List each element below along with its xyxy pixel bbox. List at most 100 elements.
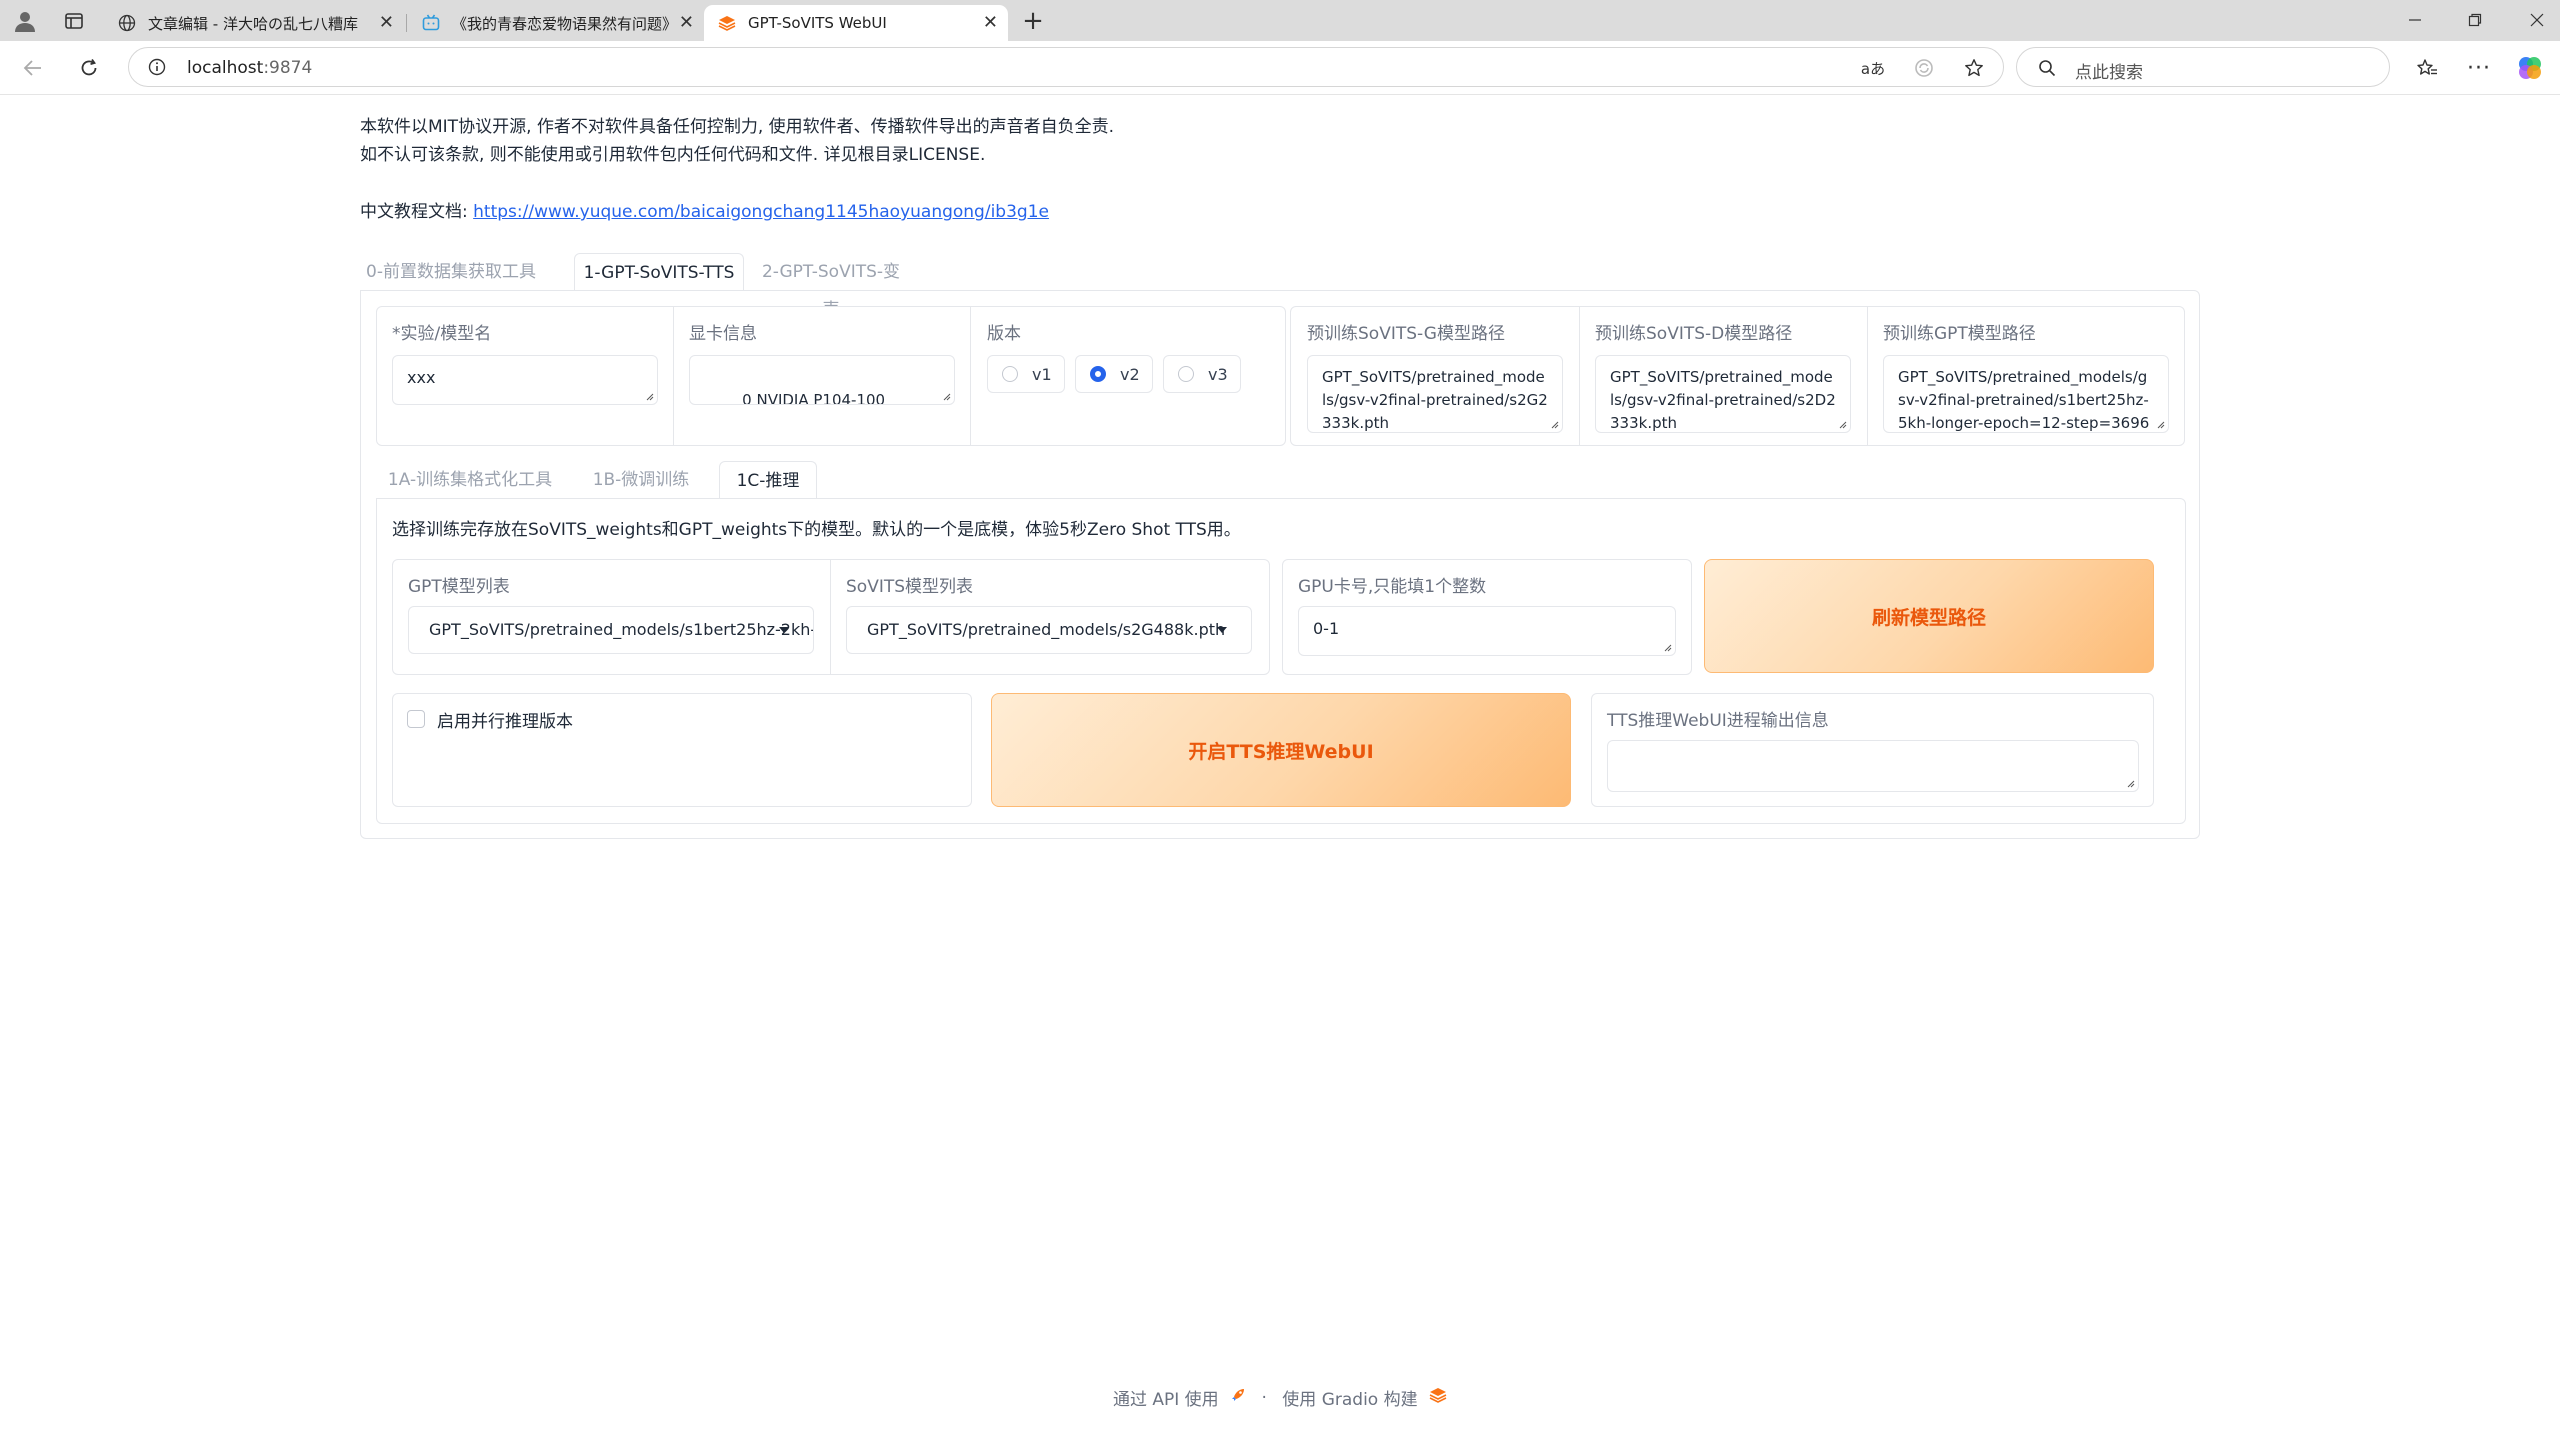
sync-icon[interactable] xyxy=(1913,57,1935,79)
tab-voice-change[interactable]: 2-GPT-SoVITS-变声 xyxy=(756,253,906,320)
refresh-models-button[interactable]: 刷新模型路径 xyxy=(1704,559,2154,673)
minimize-icon[interactable] xyxy=(2400,8,2430,32)
api-link[interactable]: 通过 API 使用 xyxy=(1113,1390,1219,1410)
browser-toolbar: localhost:9874 aあ 点此搜索 ··· xyxy=(0,41,2560,95)
sovits-d-value: GPT_SoVITS/pretrained_models/gsv-v2final… xyxy=(1610,368,1836,432)
radio-circle-icon xyxy=(1090,366,1106,382)
gpu-info-value: 0 NVIDIA P104-100 1 NVIDIA P106-100 xyxy=(742,391,886,405)
new-tab-icon[interactable]: + xyxy=(1020,6,1046,36)
tts-output-label: TTS推理WebUI进程输出信息 xyxy=(1607,711,1829,731)
more-menu-icon[interactable]: ··· xyxy=(2466,55,2492,81)
subtab-inference[interactable]: 1C-推理 xyxy=(719,461,817,499)
sovits-model-value: GPT_SoVITS/pretrained_models/s2G488k.pth xyxy=(867,620,1226,639)
gpu-id-value: 0-1 xyxy=(1313,619,1340,638)
url-text[interactable]: localhost:9874 xyxy=(187,58,312,78)
gpu-id-group: GPU卡号,只能填1个整数 0-1 xyxy=(1282,559,1692,675)
gpu-info-label: 显卡信息 xyxy=(689,324,757,344)
version-radio-v2[interactable]: v2 xyxy=(1075,355,1153,393)
license-notice: 本软件以MIT协议开源, 作者不对软件具备任何控制力, 使用软件者、传播软件导出… xyxy=(360,113,1114,169)
sovits-model-dropdown[interactable]: GPT_SoVITS/pretrained_models/s2G488k.pth xyxy=(846,606,1252,654)
tab-dataset-tools[interactable]: 0-前置数据集获取工具 xyxy=(360,253,542,291)
sovits-g-textarea[interactable]: GPT_SoVITS/pretrained_models/gsv-v2final… xyxy=(1307,355,1563,433)
resize-grip-icon[interactable] xyxy=(941,391,951,401)
site-info-icon[interactable] xyxy=(147,57,167,77)
doc-link-line: 中文教程文档: https://www.yuque.com/baicaigong… xyxy=(360,197,1049,222)
sovits-list-label: SoVITS模型列表 xyxy=(846,577,974,597)
close-icon[interactable]: ✕ xyxy=(679,13,694,33)
back-icon[interactable] xyxy=(20,55,46,81)
tts-output-group: TTS推理WebUI进程输出信息 xyxy=(1591,693,2154,807)
gpt-path-textarea[interactable]: GPT_SoVITS/pretrained_models/gsv-v2final… xyxy=(1883,355,2169,433)
gradio-link[interactable]: 使用 Gradio 构建 xyxy=(1282,1390,1417,1410)
globe-icon xyxy=(118,14,136,32)
restore-icon[interactable] xyxy=(2460,8,2490,32)
parallel-label[interactable]: 启用并行推理版本 xyxy=(437,707,573,732)
resize-grip-icon[interactable] xyxy=(1837,419,1847,429)
resize-grip-icon[interactable] xyxy=(644,391,654,401)
profile-icon[interactable] xyxy=(12,8,38,34)
close-icon[interactable]: ✕ xyxy=(379,13,394,33)
close-icon[interactable]: ✕ xyxy=(983,13,998,33)
gradio-app: 本软件以MIT协议开源, 作者不对软件具备任何控制力, 使用软件者、传播软件导出… xyxy=(0,95,2560,1440)
gradio-icon xyxy=(718,14,736,32)
doc-label: 中文教程文档: xyxy=(360,202,474,222)
gpt-model-dropdown[interactable]: GPT_SoVITS/pretrained_models/s1bert25hz-… xyxy=(408,606,814,654)
tts-tab-panel: *实验/模型名 xxx 显卡信息 0 NVIDIA P104-100 1 NVI… xyxy=(360,290,2200,839)
column-divider xyxy=(673,307,674,445)
search-placeholder: 点此搜索 xyxy=(2075,63,2143,83)
parallel-group: 启用并行推理版本 xyxy=(392,693,972,807)
gpu-info-textarea[interactable]: 0 NVIDIA P104-100 1 NVIDIA P106-100 xyxy=(689,355,955,405)
exp-name-label: *实验/模型名 xyxy=(392,324,492,344)
column-divider xyxy=(1579,307,1580,445)
search-icon xyxy=(2037,58,2057,78)
version-label: 版本 xyxy=(987,324,1021,344)
address-bar[interactable]: localhost:9874 aあ xyxy=(128,47,2004,87)
browser-tab-2[interactable]: 《我的青春恋爱物语果然有问题》 ✕ xyxy=(408,5,704,41)
gradio-logo-icon xyxy=(1429,1386,1447,1409)
resize-grip-icon[interactable] xyxy=(1549,419,1559,429)
version-radio-v1[interactable]: v1 xyxy=(987,355,1065,393)
column-divider xyxy=(830,560,831,674)
doc-link[interactable]: https://www.yuque.com/baicaigongchang114… xyxy=(473,202,1049,222)
browser-tab-1[interactable]: 文章编辑 - 洋大哈の乱七八糟库 ✕ xyxy=(104,5,404,41)
url-port: :9874 xyxy=(263,58,313,78)
exp-name-input[interactable]: xxx xyxy=(392,355,658,405)
search-box[interactable]: 点此搜索 xyxy=(2016,47,2390,87)
tts-output-textarea[interactable] xyxy=(1607,740,2139,792)
copilot-icon[interactable] xyxy=(2516,54,2544,82)
gpt-path-value: GPT_SoVITS/pretrained_models/gsv-v2final… xyxy=(1898,368,2150,432)
radio-circle-icon xyxy=(1178,366,1194,382)
dropdown-caret-icon xyxy=(1217,627,1227,633)
browser-tab-3[interactable]: GPT-SoVITS WebUI ✕ xyxy=(704,5,1008,41)
sovits-g-value: GPT_SoVITS/pretrained_models/gsv-v2final… xyxy=(1322,368,1548,432)
start-tts-webui-button[interactable]: 开启TTS推理WebUI xyxy=(991,693,1571,807)
column-divider xyxy=(1867,307,1868,445)
window-close-icon[interactable] xyxy=(2522,8,2552,32)
reload-icon[interactable] xyxy=(76,55,102,81)
favorites-icon[interactable] xyxy=(2414,55,2440,81)
resize-grip-icon[interactable] xyxy=(2125,778,2135,788)
translate-icon[interactable]: aあ xyxy=(1859,57,1887,79)
column-divider xyxy=(970,307,971,445)
gpt-list-label: GPT模型列表 xyxy=(408,577,510,597)
resize-grip-icon[interactable] xyxy=(2155,419,2165,429)
subtab-finetune[interactable]: 1B-微调训练 xyxy=(583,461,699,499)
radio-label: v2 xyxy=(1120,364,1140,384)
favorite-star-icon[interactable] xyxy=(1963,57,1985,79)
tab-actions-icon[interactable] xyxy=(62,10,86,32)
footer-separator: · xyxy=(1261,1387,1267,1408)
resize-grip-icon[interactable] xyxy=(1662,642,1672,652)
gpu-id-label: GPU卡号,只能填1个整数 xyxy=(1298,577,1487,597)
bilibili-icon xyxy=(422,14,440,32)
version-radio-v3[interactable]: v3 xyxy=(1163,355,1241,393)
radio-label: v3 xyxy=(1208,364,1228,384)
gpu-id-input[interactable]: 0-1 xyxy=(1298,606,1676,656)
gpt-model-value: GPT_SoVITS/pretrained_models/s1bert25hz-… xyxy=(429,620,813,639)
parallel-checkbox[interactable] xyxy=(407,710,425,728)
sovits-d-textarea[interactable]: GPT_SoVITS/pretrained_models/gsv-v2final… xyxy=(1595,355,1851,433)
notice-line-1: 本软件以MIT协议开源, 作者不对软件具备任何控制力, 使用软件者、传播软件导出… xyxy=(360,117,1115,137)
pretrained-paths-row: 预训练SoVITS-G模型路径 GPT_SoVITS/pretrained_mo… xyxy=(1290,306,2185,446)
rocket-icon xyxy=(1230,1387,1246,1408)
subtab-dataset-format[interactable]: 1A-训练集格式化工具 xyxy=(379,461,561,499)
tab-gpt-sovits-tts[interactable]: 1-GPT-SoVITS-TTS xyxy=(574,253,744,291)
